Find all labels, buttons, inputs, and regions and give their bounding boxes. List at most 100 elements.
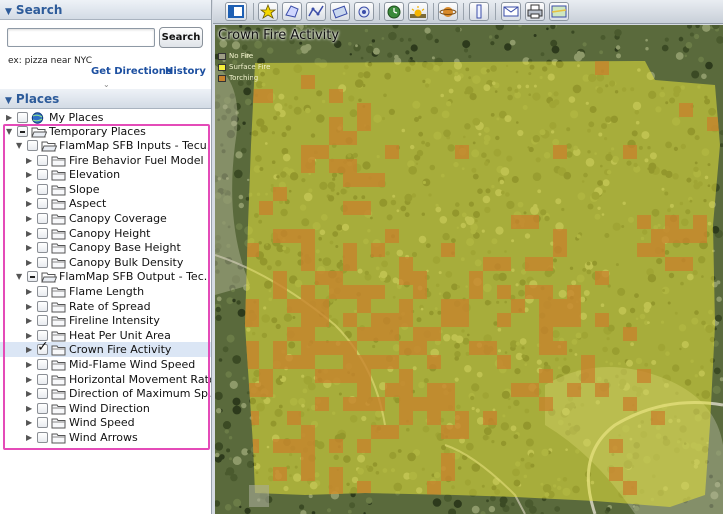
collapsed-triangle-icon[interactable]: ▶ [6,110,16,125]
output-layer-row[interactable]: ▶ Heat Per Unit Area [0,328,211,343]
output-layer-row[interactable]: ▶ Crown Fire Activity [0,340,211,358]
input-layer-row[interactable]: ▶ Slope [0,182,211,197]
map-view[interactable]: Crown Fire Activity No Fire Surface Fire T… [215,25,723,514]
inputs-folder-row[interactable]: ▼ FlamMap SFB Inputs - Tecu... [0,138,211,153]
polygon-icon[interactable] [282,2,302,21]
collapsed-triangle-icon[interactable]: ▶ [26,196,36,211]
visibility-checkbox[interactable] [37,183,48,195]
visibility-checkbox[interactable] [37,227,48,239]
folder-icon [51,359,66,371]
output-layer-row[interactable]: ▶ Flame Length [0,284,211,299]
collapsed-triangle-icon[interactable]: ▶ [26,182,36,197]
visibility-checkbox[interactable] [17,112,28,123]
visibility-checkbox[interactable] [27,140,38,151]
collapsed-triangle-icon[interactable]: ▶ [26,372,36,387]
visibility-checkbox[interactable] [37,213,48,224]
record-tour-icon[interactable] [354,2,374,21]
visibility-checkbox[interactable] [37,198,48,210]
visibility-checkbox[interactable] [37,300,48,312]
layer-label: Canopy Coverage [69,212,167,225]
input-layer-row[interactable]: ▶ Aspect [0,196,211,211]
planets-icon[interactable] [438,2,458,21]
output-layer-row[interactable]: ▶ Wind Direction [0,401,211,416]
resize-grip-icon[interactable]: ⌄ [103,80,110,89]
input-layer-row[interactable]: ▶ Canopy Base Height [0,240,211,255]
google-earth-window: ▼ Search Search ex: pizza near NYC Get Di… [0,0,723,514]
visibility-checkbox[interactable] [37,417,48,429]
collapsed-triangle-icon[interactable]: ▶ [26,226,36,241]
input-layer-row[interactable]: ▶ Elevation [0,167,211,182]
layer-label: Horizontal Movement Rate [69,372,212,386]
sidebar-toggle-icon[interactable] [225,2,247,21]
input-layer-row[interactable]: ▶ Canopy Height [0,226,211,241]
input-layer-row[interactable]: ▶ Canopy Bulk Density [0,255,211,270]
search-button[interactable]: Search [159,27,203,48]
output-layer-row[interactable]: ▶ Horizontal Movement Rate [0,372,212,387]
visibility-checkbox[interactable] [37,359,48,370]
collapse-triangle-icon[interactable]: ▼ [5,2,12,22]
visibility-checkbox[interactable] [37,340,49,356]
input-layer-row[interactable]: ▶ Fire Behavior Fuel Model [0,153,211,168]
expanded-triangle-icon[interactable]: ▼ [6,124,16,139]
visibility-checkbox[interactable] [37,256,48,268]
collapsed-triangle-icon[interactable]: ▶ [26,240,36,255]
output-layer-row[interactable]: ▶ Wind Speed [0,415,211,430]
collapsed-triangle-icon[interactable]: ▶ [26,153,36,168]
print-icon[interactable] [525,2,545,21]
get-directions-link[interactable]: Get Directions [91,66,172,77]
collapsed-triangle-icon[interactable]: ▶ [26,255,36,270]
legend-swatch [218,53,226,60]
visibility-checkbox[interactable] [37,242,48,254]
visibility-checkbox[interactable] [37,169,48,181]
visibility-checkbox[interactable] [37,315,48,327]
path-icon[interactable] [306,2,326,21]
collapse-triangle-icon[interactable]: ▼ [5,91,12,111]
output-layer-row[interactable]: ▶ Wind Arrows [0,430,211,445]
collapsed-triangle-icon[interactable]: ▶ [26,284,36,299]
temporary-places-row[interactable]: ▼ Temporary Places [0,124,211,139]
output-layer-row[interactable]: ▶ Fireline Intensity [0,313,211,328]
visibility-checkbox[interactable] [37,432,48,443]
historical-imagery-icon[interactable] [384,2,404,21]
collapsed-triangle-icon[interactable]: ▶ [26,342,36,357]
places-panel-header[interactable]: ▼ Places [0,89,211,111]
collapsed-triangle-icon[interactable]: ▶ [26,415,36,430]
placemark-icon[interactable] [258,2,278,21]
collapsed-triangle-icon[interactable]: ▶ [26,328,36,343]
visibility-checkbox[interactable] [37,373,48,385]
outputs-folder-row[interactable]: ▼ FlamMap SFB Output - Tec... [0,269,211,284]
visibility-checkbox[interactable] [27,271,38,283]
visibility-checkbox[interactable] [37,402,48,414]
collapsed-triangle-icon[interactable]: ▶ [26,299,36,314]
collapsed-triangle-icon[interactable]: ▶ [26,313,36,328]
collapsed-triangle-icon[interactable]: ▶ [26,167,36,182]
visibility-checkbox[interactable] [37,286,48,297]
output-layer-row[interactable]: ▶ Rate of Spread [0,299,211,314]
layer-label: Wind Arrows [69,431,138,444]
visibility-checkbox[interactable] [37,388,48,400]
image-overlay-icon[interactable] [330,2,350,21]
email-icon[interactable] [501,2,521,21]
visibility-checkbox[interactable] [37,154,48,166]
my-places-row[interactable]: ▶ My Places [0,110,211,125]
view-in-maps-icon[interactable] [549,2,569,21]
visibility-checkbox[interactable] [17,126,28,137]
collapsed-triangle-icon[interactable]: ▶ [26,430,36,445]
history-link[interactable]: History [165,66,206,77]
collapsed-triangle-icon[interactable]: ▶ [26,401,36,416]
collapsed-triangle-icon[interactable]: ▶ [26,386,36,401]
expanded-triangle-icon[interactable]: ▼ [16,138,26,153]
search-input[interactable] [7,28,155,47]
collapsed-triangle-icon[interactable]: ▶ [26,357,36,372]
input-layer-row[interactable]: ▶ Canopy Coverage [0,211,211,226]
satellite-imagery[interactable] [215,25,723,514]
sunlight-icon[interactable] [408,2,428,21]
output-layer-row[interactable]: ▶ Mid-Flame Wind Speed [0,357,211,372]
search-panel-header[interactable]: ▼ Search [0,0,211,20]
places-header-label: Places [15,92,60,106]
layer-label: Wind Direction [69,401,150,415]
expanded-triangle-icon[interactable]: ▼ [16,269,26,284]
ruler-icon[interactable] [469,2,489,21]
output-layer-row[interactable]: ▶ Direction of Maximum Sp... [0,386,211,401]
collapsed-triangle-icon[interactable]: ▶ [26,211,36,226]
